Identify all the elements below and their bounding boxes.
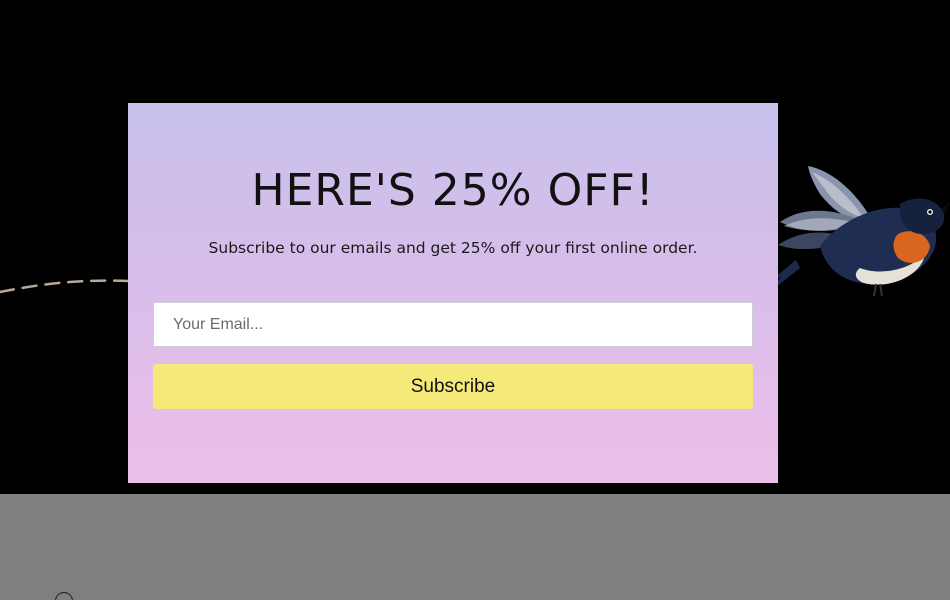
swallow-bird-icon — [760, 166, 950, 300]
page-overlay-band — [0, 494, 950, 600]
popup-title: HERE'S 25% OFF! — [251, 165, 655, 216]
subscribe-button[interactable]: Subscribe — [153, 364, 753, 409]
popup-subtitle: Subscribe to our emails and get 25% off … — [208, 239, 698, 257]
page: HERE'S 25% OFF! Subscribe to our emails … — [0, 0, 950, 600]
discount-popup: HERE'S 25% OFF! Subscribe to our emails … — [128, 103, 778, 483]
email-field[interactable] — [153, 302, 753, 347]
